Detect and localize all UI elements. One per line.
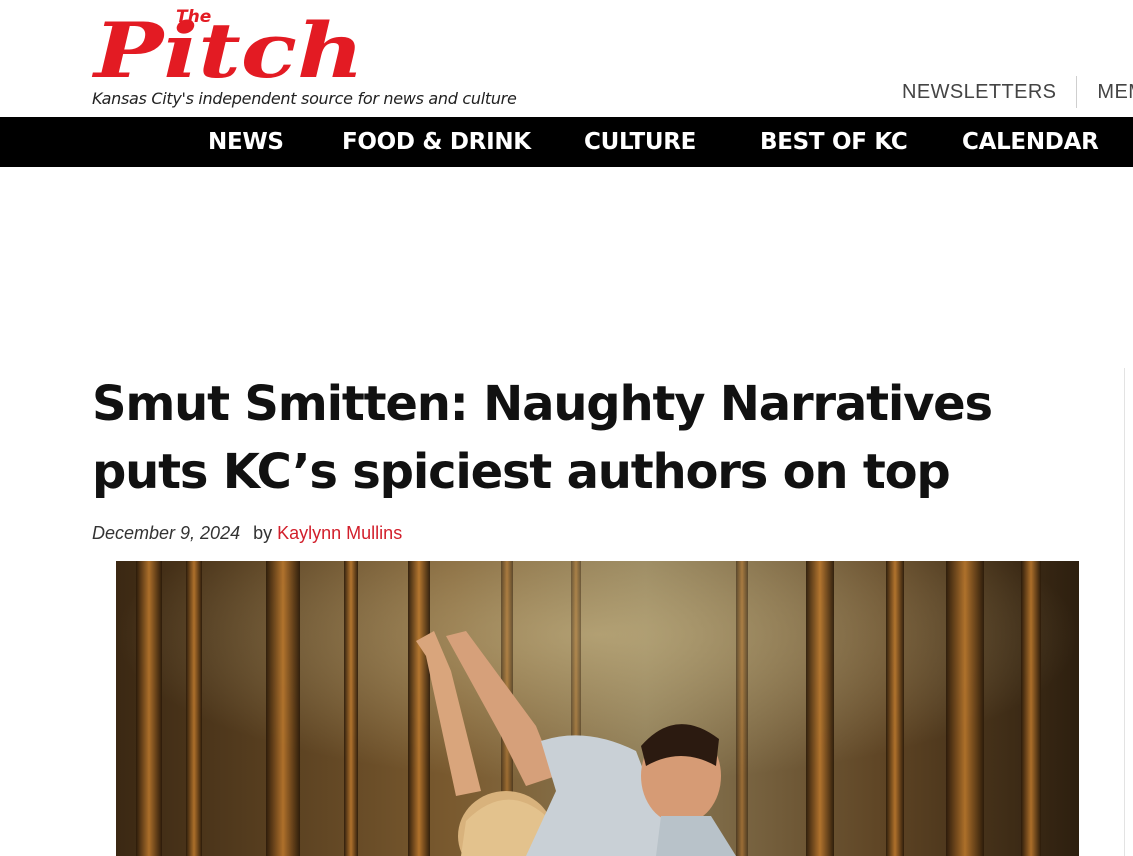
newsletters-link[interactable]: NEWSLETTERS: [902, 81, 1056, 104]
logo-main-text: Pitch: [92, 6, 364, 88]
nav-item-food-drink[interactable]: FOOD & DRINK: [342, 117, 531, 167]
site-logo[interactable]: The Pitch: [90, 2, 370, 88]
article-date: December 9, 2024: [92, 523, 241, 543]
nav-item-culture[interactable]: CULTURE: [584, 117, 696, 167]
nav-item-best-of-kc[interactable]: BEST OF KC: [760, 117, 908, 167]
site-header: The Pitch Kansas City's independent sour…: [0, 0, 1133, 117]
utility-nav: NEWSLETTERS MEMB: [902, 76, 1133, 108]
byline-by-label: by: [253, 523, 273, 543]
article-byline: December 9, 2024 by Kaylynn Mullins: [92, 523, 402, 544]
membership-link[interactable]: MEMB: [1097, 81, 1133, 104]
sidebar-divider: [1124, 368, 1125, 856]
utility-divider: [1076, 76, 1078, 108]
author-link[interactable]: Kaylynn Mullins: [277, 523, 402, 543]
nav-item-news[interactable]: NEWS: [208, 117, 284, 167]
main-nav: NEWS FOOD & DRINK CULTURE BEST OF KC CAL…: [0, 117, 1133, 167]
site-tagline: Kansas City's independent source for new…: [92, 89, 517, 108]
nav-item-calendar[interactable]: CALENDAR: [962, 117, 1099, 167]
article-hero-image: [116, 561, 1079, 856]
article-headline: Smut Smitten: Naughty Narratives puts KC…: [92, 376, 993, 500]
